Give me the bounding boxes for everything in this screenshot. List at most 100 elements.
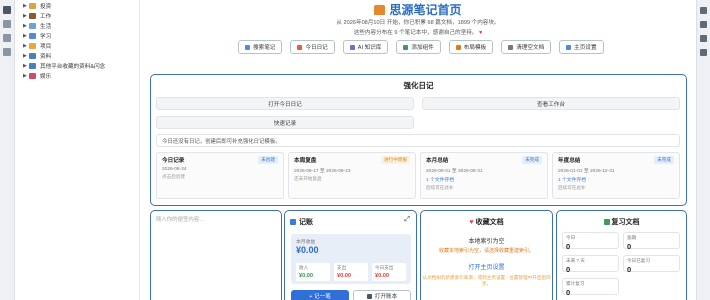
tree-item[interactable]: ▶ 项目 — [16, 41, 139, 51]
favorites-note: 从文档树的新建索引来源，或到主页设置 - 位置管理中开启后同步。 — [422, 275, 551, 286]
toolbar-button-label: 布局模板 — [463, 45, 487, 51]
outline-icon[interactable] — [700, 49, 707, 56]
diary-card: 强化日记 打开今日日记 查看工作台 快速记录 今日还没有日记，创建后即可补充强化… — [150, 74, 687, 206]
add-record-button[interactable]: + 记一笔 — [291, 290, 349, 300]
toolbar-button[interactable]: 主页设置 — [559, 40, 604, 54]
tree-item[interactable]: ▶ 其他平台收藏的资料&闪念 — [16, 61, 139, 71]
tree-item-label: 工作 — [40, 14, 52, 20]
month-value: ¥0.00 — [296, 245, 319, 255]
summary-header: 今日记录 未创建 — [162, 156, 278, 164]
stat-label: 今日 — [566, 235, 576, 240]
diary-summary-card[interactable]: 本周复盘 进行中周报 2026-08-17 至 2026-08-23 还未开始复盘 — [288, 152, 416, 199]
toolbar-button[interactable]: AI 知识库 — [342, 40, 389, 54]
right-rail — [696, 0, 710, 300]
search-icon — [245, 44, 250, 50]
expense-box: 支出 ¥0.00 — [334, 263, 368, 281]
backlink-icon[interactable] — [700, 21, 707, 28]
open-settings-link[interactable]: 打开主页设置 — [421, 262, 552, 271]
home-page: 思源笔记首页 从 2026年08月10日 开始，你已积累 68 篇文档，1899… — [142, 0, 694, 300]
heart-icon: ♥ — [469, 219, 474, 226]
summary-link[interactable]: 1 个文件存档 — [426, 176, 542, 183]
summary-note: 后续可在此补 — [558, 185, 586, 190]
tree-item[interactable]: ▶ 投资 — [16, 1, 139, 11]
summary-header: 年度总结 未完成 — [558, 156, 674, 164]
expand-icon[interactable]: ⤢ — [404, 216, 410, 224]
files-icon[interactable] — [3, 6, 11, 14]
quick-record-button[interactable]: 快速记录 — [156, 116, 414, 129]
income-box: 收入 ¥0.00 — [296, 263, 330, 281]
stat-value: 0 — [566, 288, 571, 297]
summary-date: 2026-08-17 至 2026-08-23 — [294, 169, 351, 174]
thanks-line: 这些内容分布在 9 个笔记本中，感谢自己的坚持。 ♥ — [142, 28, 694, 36]
diary-summary-card[interactable]: 年度总结 未完成 2026-01-01 至 2026-12-31 1 个文件存档 后续可… — [552, 152, 680, 199]
review-card: 复习文档 今日 0 逾期 0 未来 7 天 0 今日已复习 0 累计复习 0 — [556, 210, 687, 300]
toolbar-button-label: 主页设置 — [574, 45, 597, 51]
expense-value: ¥0.00 — [337, 273, 351, 279]
toolbar-button[interactable]: 添加组件 — [396, 40, 441, 54]
tag-icon[interactable] — [3, 48, 11, 56]
bookmark-icon[interactable] — [3, 34, 11, 42]
books-icon — [29, 33, 36, 39]
tree-item-label: 资料 — [40, 54, 52, 60]
toolbar-button-label: AI 知识库 — [357, 45, 382, 51]
ledger-card: 记账 ⤢ 本月收益 ¥0.00 收入 ¥0.00 支出 ¥0.00 今日支出 ¥… — [284, 210, 417, 300]
status-badge: 未创建 — [258, 156, 278, 164]
today-expense-value: ¥0.00 — [375, 273, 389, 279]
tree-item[interactable]: ▶ 资料 — [16, 51, 139, 61]
diary-summary-card[interactable]: 今日记录 未创建 2026-08-24 点击后创建 — [156, 152, 284, 199]
graph-icon[interactable] — [700, 35, 707, 42]
toolbar-button[interactable]: 今日日记 — [290, 40, 335, 54]
archive-icon — [29, 63, 36, 69]
outline-icon[interactable] — [3, 20, 11, 28]
toolbar-button-label: 添加组件 — [411, 45, 434, 51]
gear-icon — [566, 44, 572, 50]
summary-date: 2026-08-24 — [162, 167, 187, 172]
heart-icon: ♥ — [478, 30, 483, 36]
toolbar-button[interactable]: 清理空文档 — [501, 40, 552, 54]
tree-item-label: 投资 — [40, 4, 52, 10]
tree-item[interactable]: ▶ 学习 — [16, 31, 139, 41]
review-title-text: 复习文档 — [611, 219, 640, 226]
month-label: 本月收益 — [296, 240, 316, 245]
diary-summary-card[interactable]: 本月总结 未完成 2026-08-01 至 2026-08-31 1 个文件存档 后续可… — [420, 152, 548, 199]
tree-item[interactable]: ▶ 娱乐 — [16, 71, 139, 81]
thanks-text: 这些内容分布在 9 个笔记本中，感谢自己的坚持。 — [353, 30, 478, 36]
sticky-note-card[interactable]: 随入你的便签内容... — [150, 210, 282, 300]
summary-note: 点击后创建 — [162, 174, 185, 179]
summary-date: 2026-08-01 至 2026-08-31 — [426, 169, 483, 174]
plus-icon — [403, 44, 409, 50]
tree-item[interactable]: ▶ 生活 — [16, 21, 139, 31]
open-today-diary-button[interactable]: 打开今日日记 — [156, 97, 414, 110]
calendar-icon — [297, 44, 303, 50]
notebook-tree: ▶ 投资 ▶ 工作 ▶ 生活 ▶ 学习 ▶ 项目 ▶ 资料 ▶ 其他平台收藏的资料&闪念 ▶ 娱乐 — [16, 0, 140, 300]
open-ledger-label: 打开账本 — [374, 294, 398, 300]
stat-label: 逾期 — [627, 235, 637, 240]
income-label: 收入 — [299, 265, 309, 270]
house-icon — [29, 23, 36, 29]
review-stat: 今日已复习 0 — [623, 255, 680, 274]
summary-link[interactable]: 1 个文件存档 — [558, 176, 674, 183]
money-bag-icon — [29, 3, 36, 9]
view-workbench-button[interactable]: 查看工作台 — [422, 97, 680, 110]
toolbar-button[interactable]: 搜索笔记 — [238, 40, 283, 54]
open-ledger-button[interactable]: 打开账本 — [353, 290, 411, 300]
book-icon — [366, 293, 372, 299]
stat-label: 未来 7 天 — [566, 258, 585, 263]
summary-title: 本周复盘 — [294, 158, 317, 164]
review-icon — [603, 219, 610, 225]
pin-icon[interactable] — [700, 7, 707, 14]
toolbar-button[interactable]: 布局模板 — [448, 40, 494, 54]
favorites-empty: 本地索引为空 — [468, 239, 505, 245]
summary-title: 年度总结 — [558, 158, 581, 164]
diary-title: 强化日记 — [403, 81, 434, 90]
favorites-title-text: 收藏文档 — [475, 219, 504, 226]
today-expense-label: 今日支出 — [375, 265, 394, 270]
status-badge: 进行中周报 — [381, 156, 410, 164]
favorites-title: ♥ 收藏文档 — [421, 217, 552, 227]
tree-item[interactable]: ▶ 工作 — [16, 11, 139, 21]
review-stat: 未来 7 天 0 — [562, 255, 619, 274]
status-badge: 未完成 — [522, 156, 542, 164]
ledger-title: 记账 — [290, 217, 313, 227]
summary-note: 还未开始复盘 — [294, 176, 322, 181]
briefcase-icon — [29, 13, 36, 19]
